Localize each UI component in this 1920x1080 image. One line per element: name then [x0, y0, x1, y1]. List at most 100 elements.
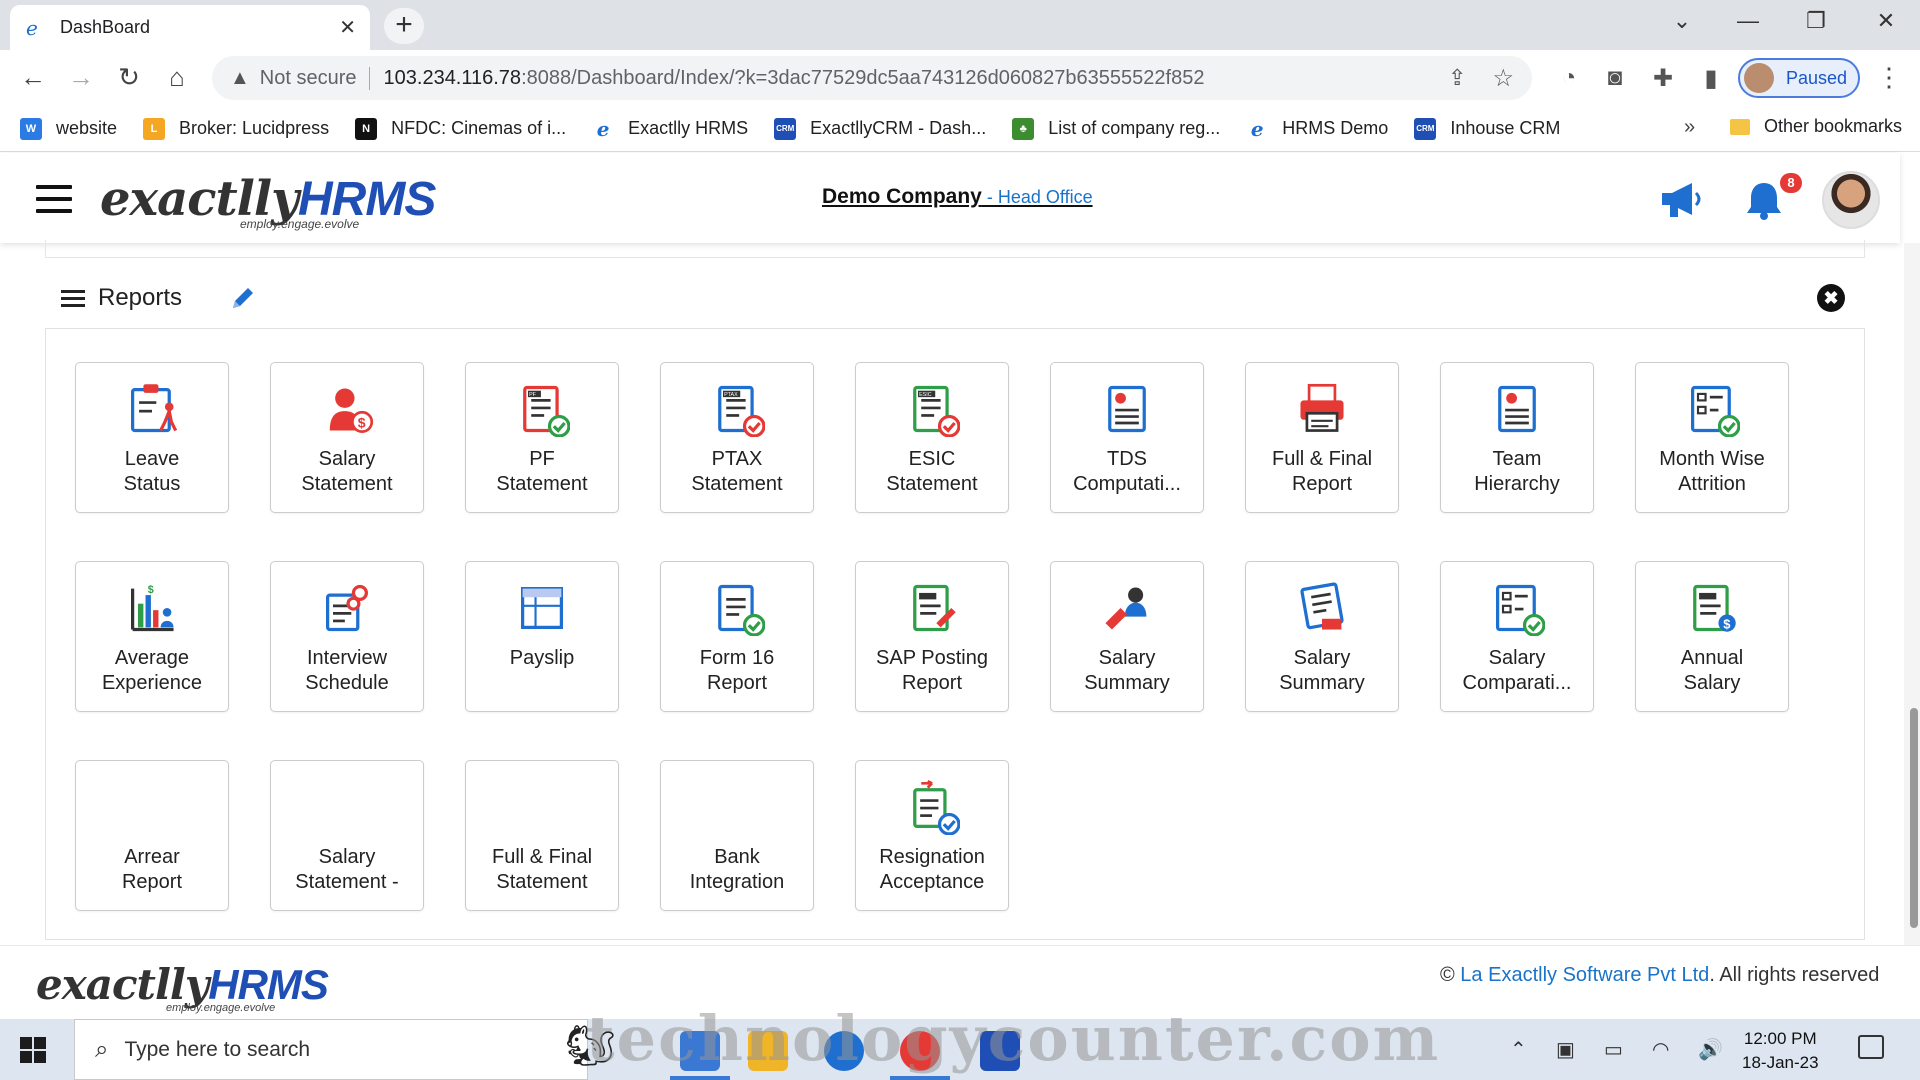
esic-statement-icon: ESIC	[904, 381, 960, 437]
close-window-icon[interactable]: ✕	[1866, 8, 1906, 34]
tab-search-icon[interactable]: ⌄	[1662, 8, 1702, 34]
back-icon[interactable]: ←	[16, 62, 50, 92]
bookmark-star-icon[interactable]: ☆	[1492, 64, 1514, 93]
bookmark-item[interactable]: e Exactlly HRMS	[592, 117, 748, 141]
camera-icon[interactable]: ◙	[1600, 64, 1630, 92]
browser-tab[interactable]: e DashBoard ✕	[10, 5, 370, 50]
hamburger-menu-icon[interactable]	[36, 185, 72, 213]
report-tile-label: Salary Summary	[1084, 647, 1170, 694]
report-tile-label: Salary Statement	[301, 448, 393, 495]
bookmark-item[interactable]: e HRMS Demo	[1246, 116, 1388, 141]
report-tile[interactable]: Salary Statement -	[270, 760, 424, 911]
reports-close-icon[interactable]: ✖	[1817, 284, 1845, 312]
tab-close-icon[interactable]: ✕	[339, 15, 356, 40]
bookmark-item[interactable]: ♣ List of company reg...	[1012, 117, 1220, 140]
search-icon: ⌕	[95, 1035, 109, 1063]
report-tile[interactable]: SAP Posting Report	[855, 561, 1009, 712]
user-avatar[interactable]	[1822, 171, 1880, 229]
performance-icon[interactable]: ◔	[1554, 64, 1584, 92]
edit-pencil-icon[interactable]	[227, 284, 257, 314]
share-icon[interactable]: ⇪	[1448, 65, 1466, 91]
reports-menu-icon[interactable]	[61, 290, 85, 308]
office-link[interactable]: - Head Office	[982, 187, 1093, 207]
report-tile-label: Team Hierarchy	[1474, 448, 1560, 495]
report-tile-label: SAP Posting Report	[876, 647, 988, 694]
profile-button[interactable]: Paused	[1738, 58, 1860, 98]
interview-schedule-icon	[319, 580, 375, 636]
report-tile[interactable]: $ Salary Statement	[270, 362, 424, 513]
checklist-icon	[1684, 381, 1740, 437]
report-tile-label: PF Statement	[496, 448, 588, 495]
megaphone-icon[interactable]	[1658, 179, 1706, 219]
report-tile[interactable]: Month Wise Attrition	[1635, 362, 1789, 513]
bookmark-item[interactable]: Wwebsite	[20, 117, 117, 140]
menu-dots-icon[interactable]: ⋮	[1876, 62, 1902, 93]
taskbar-clock[interactable]: 12:00 PM 18-Jan-23	[1742, 1027, 1819, 1075]
report-tile-label: Annual Salary	[1680, 647, 1744, 694]
bookmark-item[interactable]: N NFDC: Cinemas of i...	[355, 117, 566, 140]
report-tile-label: Full & Final Statement	[491, 846, 593, 893]
wifi-icon[interactable]: ◠	[1652, 1037, 1669, 1062]
report-tile[interactable]: Bank Integration	[660, 760, 814, 911]
report-tile[interactable]: Full & Final Report	[1245, 362, 1399, 513]
report-tile-label: Average Experience	[101, 647, 203, 694]
report-tile[interactable]: $ Annual Salary	[1635, 561, 1789, 712]
other-bookmarks[interactable]: Other bookmarks	[1730, 116, 1902, 137]
battery-icon[interactable]: ▭	[1604, 1037, 1623, 1062]
report-tile[interactable]: TDS Computati...	[1050, 362, 1204, 513]
report-tile[interactable]: Salary Summary	[1050, 561, 1204, 712]
taskbar-active-indicator	[890, 1076, 950, 1080]
bookmarks-more-icon[interactable]: »	[1684, 116, 1695, 139]
restore-icon[interactable]: ❐	[1796, 8, 1836, 34]
report-tile[interactable]: Payslip	[465, 561, 619, 712]
extensions-icon[interactable]: ✚	[1648, 64, 1678, 93]
report-tile[interactable]: ESIC ESIC Statement	[855, 362, 1009, 513]
side-panel-icon[interactable]: ▮	[1696, 64, 1726, 93]
not-secure-label[interactable]: Not secure	[260, 66, 370, 90]
report-tile[interactable]: Team Hierarchy	[1440, 362, 1594, 513]
address-bar[interactable]: ▲ Not secure 103.234.116.78:8088/Dashboa…	[212, 56, 1532, 100]
bell-icon[interactable]	[1744, 179, 1784, 221]
taskbar-search[interactable]: ⌕ Type here to search 🐿	[74, 1019, 616, 1080]
footer-logo: exactllyHRMS employ.engage.evolve	[36, 960, 329, 1014]
minimize-icon[interactable]: —	[1728, 8, 1768, 34]
report-tile[interactable]: PTAX PTAX Statement	[660, 362, 814, 513]
leave-status-icon	[124, 381, 180, 437]
notification-center-icon[interactable]	[1858, 1035, 1884, 1059]
tds-computation-icon	[1099, 381, 1155, 437]
report-tile-label: Interview Schedule	[305, 647, 389, 694]
svg-text:PTAX: PTAX	[724, 392, 738, 398]
bookmark-item[interactable]: CRM ExactllyCRM - Dash...	[774, 117, 986, 140]
report-tile[interactable]: Salary Comparati...	[1440, 561, 1594, 712]
tab-title: DashBoard	[60, 17, 151, 37]
reload-icon[interactable]: ↻	[112, 62, 146, 92]
resignation-acceptance-icon	[904, 779, 960, 835]
report-tile[interactable]: Interview Schedule	[270, 561, 424, 712]
report-tile[interactable]: Resignation Acceptance	[855, 760, 1009, 911]
windows-start-icon[interactable]	[20, 1037, 48, 1065]
meet-icon[interactable]: ▣	[1556, 1037, 1575, 1062]
app-logo[interactable]: exactllyHRMS employ.engage.evolve	[100, 171, 436, 231]
bookmark-item[interactable]: CRM Inhouse CRM	[1414, 117, 1560, 140]
svg-text:ESIC: ESIC	[919, 392, 932, 398]
report-tile[interactable]: PF PF Statement	[465, 362, 619, 513]
report-tile[interactable]: Leave Status	[75, 362, 229, 513]
scrollbar-thumb[interactable]	[1910, 708, 1918, 928]
report-tile[interactable]: $ Average Experience	[75, 561, 229, 712]
report-tile[interactable]: Full & Final Statement	[465, 760, 619, 911]
home-icon[interactable]: ⌂	[160, 62, 194, 92]
report-tile[interactable]: Arrear Report	[75, 760, 229, 911]
warning-icon[interactable]: ▲	[230, 67, 250, 90]
tray-chevron-icon[interactable]: ⌃	[1510, 1037, 1527, 1062]
ie-icon: e	[1250, 116, 1264, 141]
forward-icon[interactable]: →	[64, 62, 98, 92]
tree-icon: ♣	[1012, 117, 1035, 140]
report-tile[interactable]: Form 16 Report	[660, 561, 814, 712]
company-selector[interactable]: Demo Company - Head Office	[822, 185, 1093, 209]
bookmark-item[interactable]: L Broker: Lucidpress	[143, 117, 329, 140]
search-placeholder: Type here to search	[124, 1037, 311, 1061]
new-tab-button[interactable]: +	[384, 8, 424, 44]
company-link[interactable]: La Exactlly Software Pvt Ltd	[1460, 964, 1709, 986]
report-tile[interactable]: Salary Summary	[1245, 561, 1399, 712]
volume-icon[interactable]: 🔊	[1698, 1037, 1723, 1062]
